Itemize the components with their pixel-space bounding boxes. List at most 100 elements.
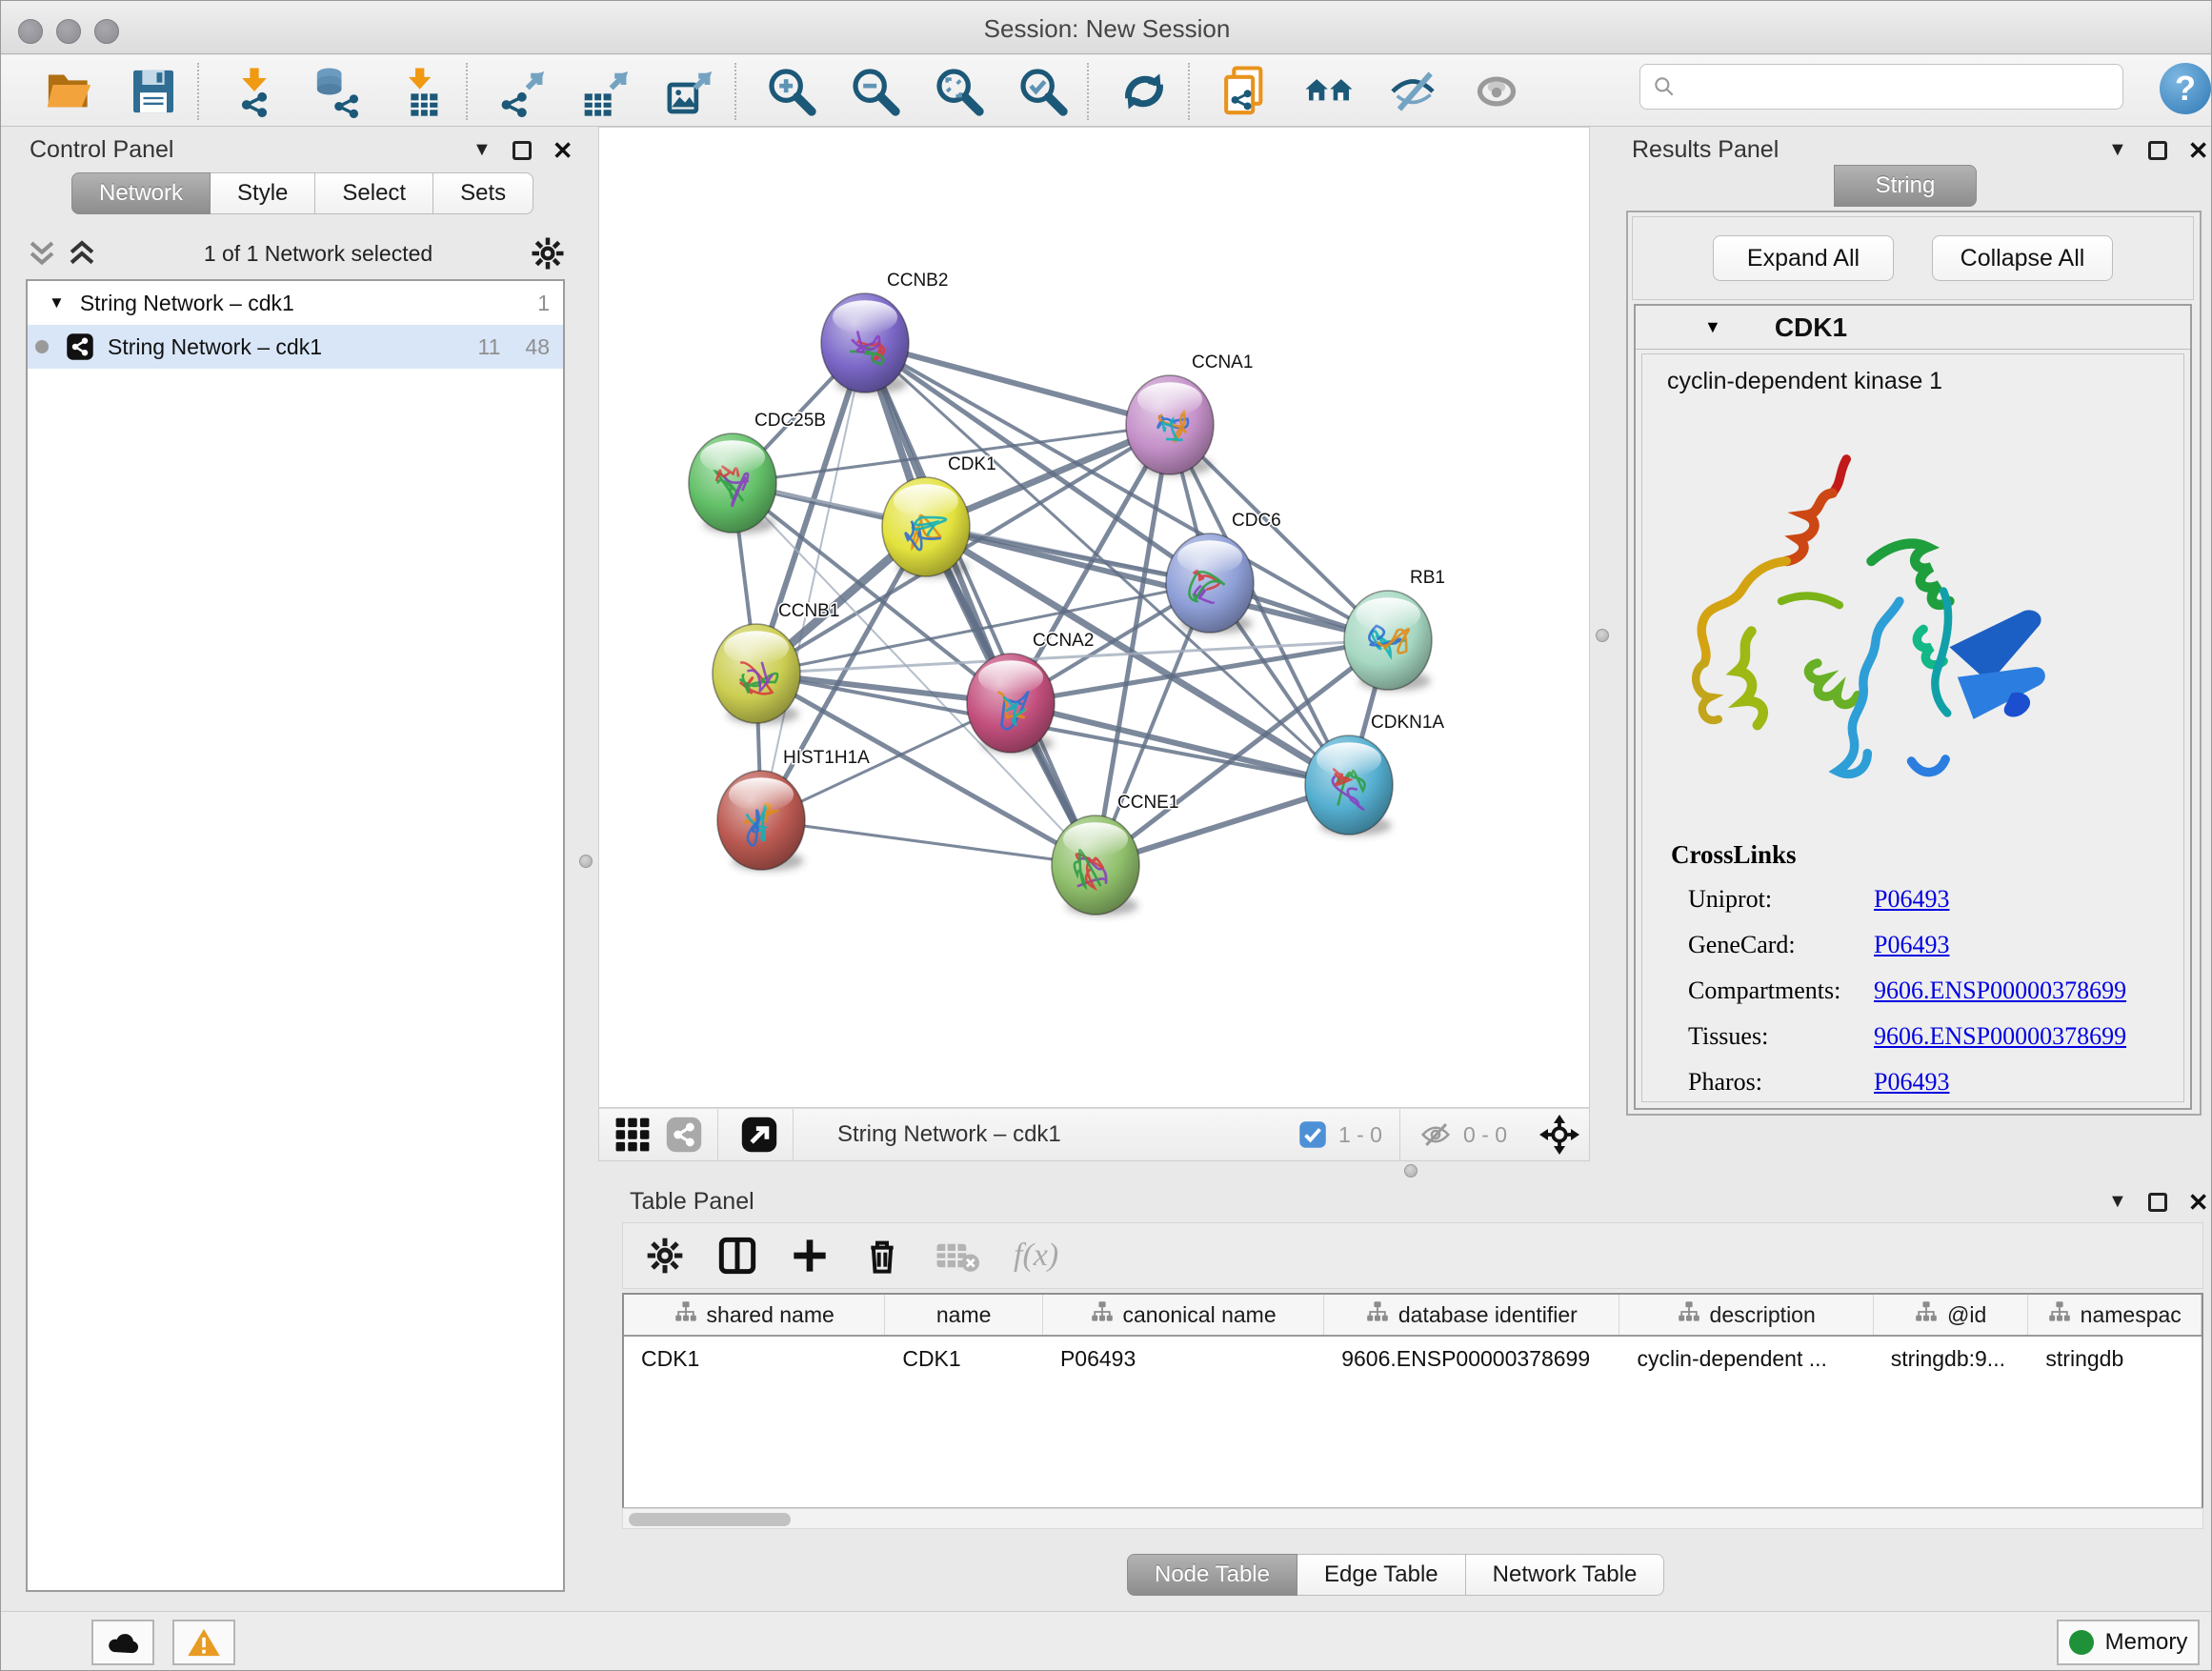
tab-sets[interactable]: Sets xyxy=(433,172,533,214)
cloud-status-button[interactable] xyxy=(91,1620,154,1665)
crosslink-link[interactable]: P06493 xyxy=(1874,931,1949,959)
zoom-in-icon[interactable] xyxy=(765,65,818,118)
help-button[interactable]: ? xyxy=(2160,63,2211,114)
column-header-namespac[interactable]: namespac xyxy=(2028,1295,2202,1335)
node-RB1[interactable]: RB1 xyxy=(1344,568,1445,691)
collapse-all-button[interactable]: Collapse All xyxy=(1932,235,2113,281)
expand-all-icon[interactable] xyxy=(66,239,98,268)
results-panel-close-icon[interactable]: ✕ xyxy=(2188,141,2209,160)
cdk1-section-header[interactable]: ▼ CDK1 xyxy=(1636,306,2190,350)
import-network-file-icon[interactable] xyxy=(228,65,281,118)
table-cell[interactable]: CDK1 xyxy=(624,1337,885,1380)
warnings-button[interactable] xyxy=(172,1620,235,1665)
network-row[interactable]: String Network – cdk1 11 48 xyxy=(28,325,563,369)
edge-CCNA2-CDKN1A[interactable] xyxy=(1011,703,1349,785)
memory-button[interactable]: Memory xyxy=(2057,1620,2200,1665)
crosslink-link[interactable]: P06493 xyxy=(1874,1068,1949,1097)
column-header-name[interactable]: name xyxy=(885,1295,1043,1335)
search-input[interactable] xyxy=(1677,68,2122,106)
crosslink-link[interactable]: 9606.ENSP00000378699 xyxy=(1874,976,2126,1005)
edge-HIST1H1A-CCNE1[interactable] xyxy=(761,820,1096,865)
update-network-icon[interactable] xyxy=(1117,65,1171,118)
share-network-icon[interactable] xyxy=(666,1117,702,1153)
open-in-new-window-icon[interactable] xyxy=(741,1117,777,1153)
results-panel-collapse-icon[interactable]: ▼ xyxy=(2108,139,2127,161)
fit-selection-crosshair-icon[interactable] xyxy=(1539,1115,1579,1155)
open-session-icon[interactable] xyxy=(43,65,96,118)
toolbar-divider xyxy=(1087,63,1089,120)
import-table-file-icon[interactable] xyxy=(395,65,449,118)
table-panel-float-icon[interactable] xyxy=(2148,1193,2167,1212)
create-column-plus-icon[interactable] xyxy=(791,1237,829,1275)
network-list-toolbar: 1 of 1 Network selected xyxy=(26,232,565,275)
search-box[interactable] xyxy=(1639,64,2123,110)
zoom-out-icon[interactable] xyxy=(849,65,902,118)
table-cell[interactable]: stringdb xyxy=(2028,1337,2202,1380)
collection-label: String Network – cdk1 xyxy=(80,291,294,316)
table-options-gear-icon[interactable] xyxy=(646,1237,684,1275)
control-panel-float-icon[interactable] xyxy=(513,141,532,160)
birdseye-grid-icon[interactable] xyxy=(614,1117,651,1153)
column-header-shared-name[interactable]: shared name xyxy=(624,1295,885,1335)
export-network-icon[interactable] xyxy=(496,65,550,118)
node-CCNA1[interactable]: CCNA1 xyxy=(1126,352,1253,475)
first-neighbors-icon[interactable] xyxy=(1302,65,1356,118)
network-options-gear-icon[interactable] xyxy=(531,236,565,271)
export-image-icon[interactable] xyxy=(664,65,717,118)
selected-checkbox-icon[interactable] xyxy=(1298,1120,1327,1149)
delete-table-icon[interactable] xyxy=(935,1237,979,1275)
column-header-canonical-name[interactable]: canonical name xyxy=(1043,1295,1324,1335)
table-cell[interactable]: CDK1 xyxy=(885,1337,1043,1380)
right-splitter-handle[interactable] xyxy=(1596,629,1609,642)
import-network-database-icon[interactable] xyxy=(312,65,365,118)
column-header-description[interactable]: description xyxy=(1619,1295,1873,1335)
table-horizontal-scrollbar[interactable] xyxy=(622,1508,2203,1529)
tab-node-table[interactable]: Node Table xyxy=(1127,1554,1297,1596)
tab-edge-table[interactable]: Edge Table xyxy=(1297,1554,1466,1596)
crosslink-link[interactable]: P06493 xyxy=(1874,885,1949,914)
node-HIST1H1A[interactable]: HIST1H1A xyxy=(717,748,870,871)
zoom-selected-icon[interactable] xyxy=(1016,65,1070,118)
network-collection-row[interactable]: ▼ String Network – cdk1 1 xyxy=(28,281,563,325)
scrollbar-thumb[interactable] xyxy=(629,1513,791,1526)
hide-selected-icon[interactable] xyxy=(1386,65,1439,118)
left-splitter-handle[interactable] xyxy=(579,855,593,868)
warning-icon xyxy=(187,1625,221,1660)
tab-network[interactable]: Network xyxy=(71,172,211,214)
tab-network-table[interactable]: Network Table xyxy=(1466,1554,1665,1596)
save-session-icon[interactable] xyxy=(127,65,180,118)
table-cell[interactable]: 9606.ENSP00000378699 xyxy=(1324,1337,1619,1380)
horizontal-splitter-handle[interactable] xyxy=(1404,1164,1418,1178)
new-network-from-selection-icon[interactable] xyxy=(1218,65,1272,118)
delete-column-trash-icon[interactable] xyxy=(863,1237,901,1275)
toolbar-divider xyxy=(1188,63,1190,120)
tab-string[interactable]: String xyxy=(1834,165,1977,207)
zoom-fit-icon[interactable] xyxy=(933,65,986,118)
table-cell[interactable]: P06493 xyxy=(1043,1337,1324,1380)
table-panel-close-icon[interactable]: ✕ xyxy=(2188,1193,2209,1212)
crosslink-link[interactable]: 9606.ENSP00000378699 xyxy=(1874,1022,2126,1051)
control-panel-close-icon[interactable]: ✕ xyxy=(553,141,573,160)
collection-caret-icon[interactable]: ▼ xyxy=(49,293,65,312)
show-all-icon[interactable] xyxy=(1470,65,1523,118)
hidden-eye-slash-icon[interactable] xyxy=(1419,1120,1452,1149)
table-cell[interactable]: stringdb:9... xyxy=(1874,1337,2029,1380)
table-cell[interactable]: cyclin-dependent ... xyxy=(1619,1337,1873,1380)
show-columns-icon[interactable] xyxy=(718,1237,756,1275)
collection-count: 1 xyxy=(537,291,550,316)
control-panel-collapse-icon[interactable]: ▼ xyxy=(473,139,492,161)
search-icon xyxy=(1652,74,1677,99)
node-CCNB2[interactable]: CCNB2 xyxy=(821,271,948,393)
column-header-database-identifier[interactable]: database identifier xyxy=(1324,1295,1619,1335)
results-panel-float-icon[interactable] xyxy=(2148,141,2167,160)
tab-select[interactable]: Select xyxy=(315,172,433,214)
node-CDKN1A[interactable]: CDKN1A xyxy=(1305,713,1444,836)
column-header--id[interactable]: @id xyxy=(1874,1295,2029,1335)
table-panel-collapse-icon[interactable]: ▼ xyxy=(2108,1191,2127,1213)
network-canvas[interactable]: CCNB2CCNA1CDC25BCDK1CDC6RB1CCNB1CCNA2CDK… xyxy=(598,127,1590,1108)
export-table-icon[interactable] xyxy=(580,65,633,118)
expand-all-button[interactable]: Expand All xyxy=(1713,235,1894,281)
collapse-all-icon[interactable] xyxy=(26,239,58,268)
tab-style[interactable]: Style xyxy=(211,172,315,214)
section-caret-icon[interactable]: ▼ xyxy=(1704,317,1721,337)
